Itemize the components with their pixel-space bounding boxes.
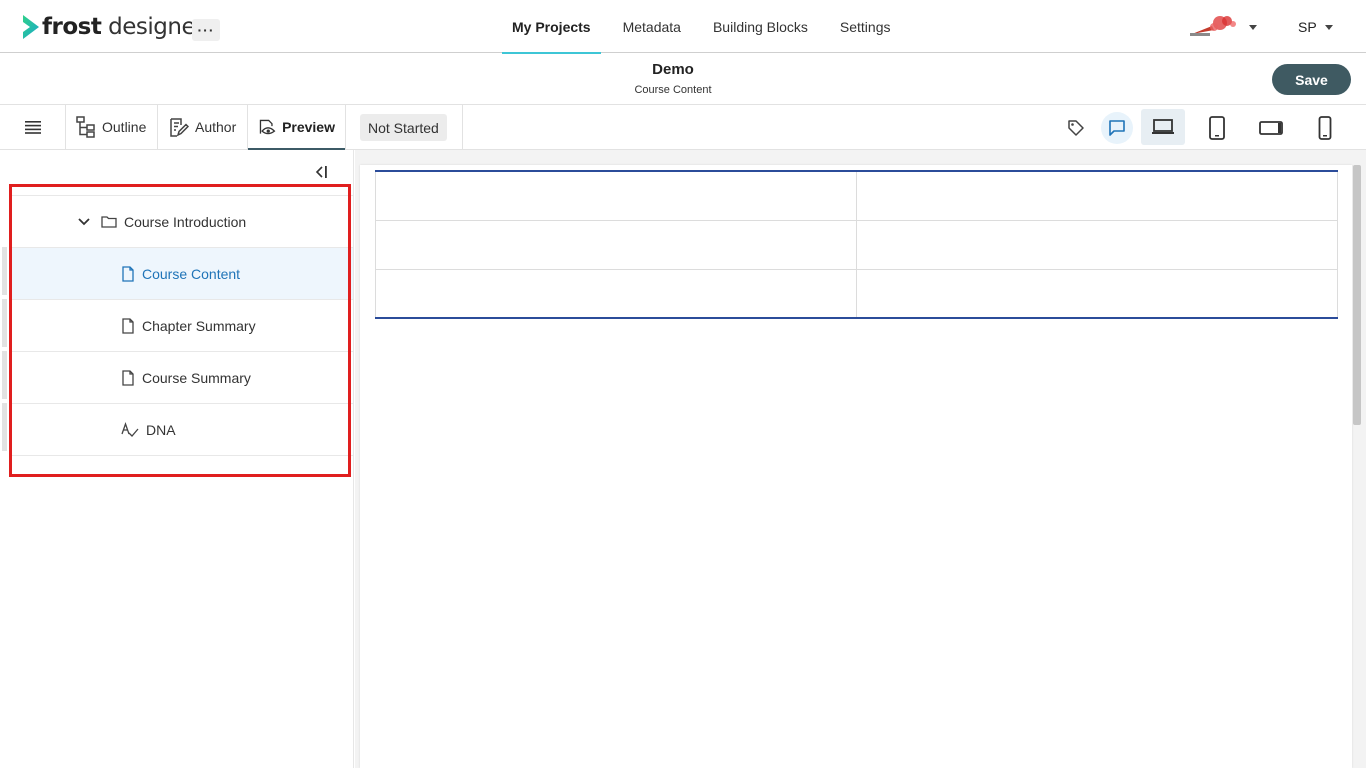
tag-button[interactable] bbox=[1060, 112, 1092, 144]
table-cell[interactable] bbox=[375, 219, 857, 270]
document-title: Demo bbox=[652, 61, 694, 78]
tree-indicator-bar bbox=[2, 403, 7, 451]
logo-text-light: designer bbox=[101, 14, 205, 40]
tree-item-label: Course Introduction bbox=[124, 213, 247, 230]
tree-indicator-bar bbox=[2, 351, 7, 399]
collapse-panel-button[interactable] bbox=[312, 162, 332, 182]
comment-icon bbox=[1109, 120, 1125, 136]
comment-button[interactable] bbox=[1101, 112, 1133, 144]
tab-preview-label: Preview bbox=[282, 119, 335, 135]
tree-indicator-bar bbox=[2, 299, 7, 347]
nav-metadata[interactable]: Metadata bbox=[613, 0, 691, 53]
tag-icon bbox=[1068, 120, 1084, 136]
device-phone-button[interactable] bbox=[1309, 112, 1341, 144]
table-row bbox=[375, 219, 1338, 270]
nav-my-projects[interactable]: My Projects bbox=[502, 0, 601, 54]
tree-indicator-bar bbox=[2, 247, 7, 295]
tab-preview[interactable]: Preview bbox=[248, 105, 346, 150]
app-logo[interactable]: frost designer bbox=[22, 12, 205, 42]
tree-item-course-content[interactable]: Course Content bbox=[10, 248, 353, 300]
tablet-landscape-icon bbox=[1259, 121, 1283, 135]
outline-tree-icon bbox=[76, 116, 95, 138]
content-tree-panel: Course Introduction Course Content Chapt… bbox=[0, 150, 354, 768]
brand-dropdown-caret-icon[interactable] bbox=[1249, 25, 1257, 30]
tree-item-label: Chapter Summary bbox=[142, 317, 256, 334]
tablet-portrait-icon bbox=[1209, 116, 1225, 140]
author-edit-icon bbox=[170, 117, 189, 137]
dna-spellcheck-icon bbox=[121, 421, 139, 438]
content-tree: Course Introduction Course Content Chapt… bbox=[10, 195, 353, 456]
table-cell[interactable] bbox=[856, 219, 1338, 270]
device-tablet-portrait-button[interactable] bbox=[1201, 112, 1233, 144]
device-tablet-landscape-button[interactable] bbox=[1255, 112, 1287, 144]
phone-icon bbox=[1318, 116, 1332, 140]
folder-icon bbox=[101, 215, 117, 228]
device-laptop-button[interactable] bbox=[1141, 109, 1185, 145]
logo-chevron-icon bbox=[23, 15, 39, 39]
logo-text-bold: frost bbox=[42, 14, 102, 40]
table-row bbox=[375, 171, 1338, 221]
tree-item-course-summary[interactable]: Course Summary bbox=[10, 352, 353, 404]
table-cell[interactable] bbox=[375, 171, 857, 221]
tab-author[interactable]: Author bbox=[158, 105, 248, 149]
collapse-left-icon bbox=[315, 166, 327, 178]
hamburger-icon bbox=[24, 121, 41, 134]
status-badge[interactable]: Not Started bbox=[360, 114, 447, 141]
tree-item-label: DNA bbox=[146, 421, 176, 438]
chevron-down-icon[interactable] bbox=[78, 217, 90, 226]
nav-building-blocks[interactable]: Building Blocks bbox=[703, 0, 818, 53]
table-cell[interactable] bbox=[375, 268, 857, 318]
main-nav: My Projects Metadata Building Blocks Set… bbox=[502, 0, 913, 54]
user-dropdown-caret-icon bbox=[1324, 24, 1333, 30]
tree-item-course-introduction[interactable]: Course Introduction bbox=[10, 196, 353, 248]
top-navbar: frost designer ··· My Projects Metadata … bbox=[0, 0, 1366, 54]
hamburger-menu-button[interactable] bbox=[0, 105, 66, 149]
more-options-button[interactable]: ··· bbox=[192, 19, 220, 41]
table-cell[interactable] bbox=[856, 171, 1338, 221]
user-menu[interactable]: SP bbox=[1298, 19, 1333, 35]
preview-table bbox=[375, 170, 1338, 319]
page-icon bbox=[121, 317, 135, 334]
document-subtitle: Course Content bbox=[634, 84, 712, 96]
user-initials: SP bbox=[1298, 19, 1317, 35]
save-button[interactable]: Save bbox=[1272, 64, 1351, 95]
editor-toolbar: Outline Author Preview Not Started bbox=[0, 105, 1366, 150]
tab-outline-label: Outline bbox=[102, 119, 147, 135]
page-icon bbox=[121, 369, 135, 386]
nav-settings[interactable]: Settings bbox=[830, 0, 901, 53]
laptop-icon bbox=[1152, 119, 1174, 134]
tree-item-chapter-summary[interactable]: Chapter Summary bbox=[10, 300, 353, 352]
tree-item-dna[interactable]: DNA bbox=[10, 404, 353, 456]
tree-item-label: Course Content bbox=[142, 265, 241, 282]
tab-author-label: Author bbox=[195, 119, 237, 135]
table-cell[interactable] bbox=[856, 268, 1338, 318]
table-row bbox=[375, 268, 1338, 318]
tree-item-label: Course Summary bbox=[142, 369, 251, 386]
preview-eye-icon bbox=[259, 119, 276, 135]
page-icon bbox=[121, 265, 135, 282]
document-titlebar: Demo Course Content Save bbox=[0, 54, 1366, 105]
tab-outline[interactable]: Outline bbox=[66, 105, 158, 149]
brand-mark-icon[interactable] bbox=[1190, 12, 1242, 38]
preview-scrollbar[interactable] bbox=[1353, 165, 1361, 425]
toolbar-divider bbox=[462, 105, 463, 149]
